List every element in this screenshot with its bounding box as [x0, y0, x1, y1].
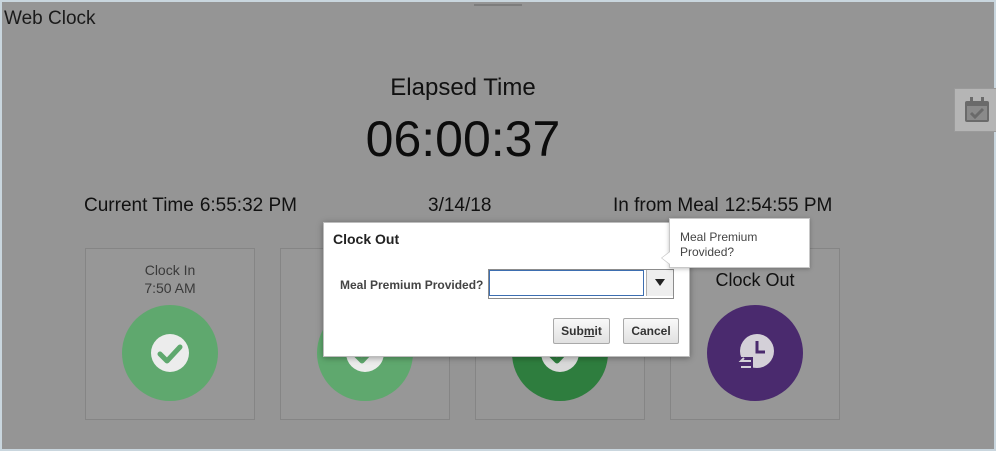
check-icon [151, 334, 189, 372]
dropdown-button[interactable] [646, 270, 673, 296]
topbar-handle [474, 4, 522, 6]
meal-status-label: In from Meal [613, 195, 719, 216]
current-time: Current Time 6:55:32 PM [84, 195, 297, 217]
meal-premium-input[interactable] [489, 270, 644, 296]
clock-out-label: Clock Out [715, 270, 795, 290]
timesheet-button[interactable] [954, 88, 996, 132]
meal-premium-label: Meal Premium Provided? [340, 278, 484, 292]
clock-in-circle [122, 305, 218, 401]
clock-out-tile[interactable]: Clock Out [670, 248, 840, 420]
clock-in-tile[interactable]: Clock In 7:50 AM [85, 248, 255, 420]
field-tooltip: Meal Premium Provided? [661, 218, 810, 268]
meal-status-value: 12:54:55 PM [724, 195, 833, 216]
clock-in-time: 7:50 AM [144, 280, 196, 296]
current-time-value: 6:55:32 PM [199, 195, 297, 216]
app-title: Web Clock [4, 8, 96, 29]
cancel-button[interactable]: Cancel [623, 318, 679, 344]
tooltip-pointer [661, 251, 670, 265]
clock-out-circle [707, 305, 803, 401]
tooltip-text: Meal Premium Provided? [680, 230, 758, 259]
submit-button[interactable]: Sub m it [553, 318, 610, 344]
calendar-check-icon [965, 97, 989, 122]
clock-out-dialog: Clock Out Meal Premium Provided? Sub m it … [323, 222, 690, 357]
meal-status: In from Meal 12:54:55 PM [613, 195, 841, 217]
meal-premium-select[interactable] [488, 269, 674, 299]
current-date: 3/14/18 [428, 195, 492, 216]
submit-label-pre: Sub [561, 324, 584, 338]
clock-in-label: Clock In [144, 262, 196, 278]
chevron-down-icon [655, 279, 665, 286]
clock-in-text: Clock In 7:50 AM [86, 261, 254, 297]
dialog-title: Clock Out [333, 231, 400, 247]
clock-out-icon [737, 334, 774, 371]
submit-mnemonic: m [583, 324, 595, 338]
current-time-label: Current Time [84, 195, 194, 216]
elapsed-time-label: Elapsed Time [390, 74, 536, 101]
elapsed-time-value: 06:00:37 [365, 111, 561, 167]
submit-label-post: it [594, 324, 602, 338]
